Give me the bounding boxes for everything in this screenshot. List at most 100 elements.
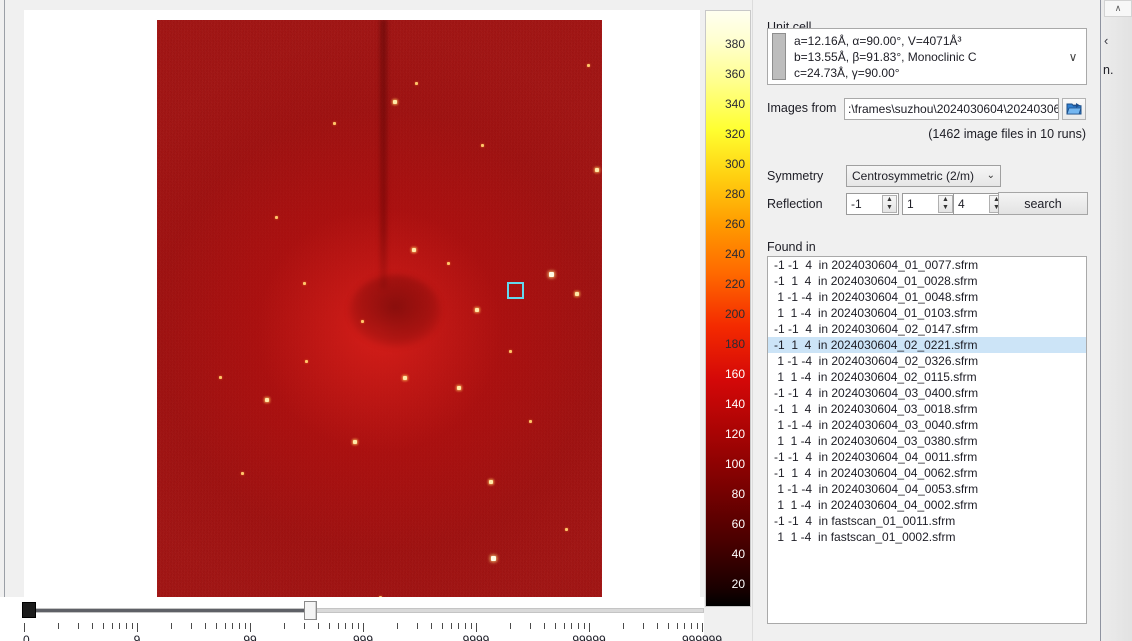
slider-minor-tick bbox=[357, 623, 359, 629]
slider-minor-tick bbox=[465, 623, 467, 629]
found-in-row[interactable]: -1 -1 4 in 2024030604_02_0147.sfrm bbox=[768, 321, 1086, 337]
found-in-list[interactable]: -1 -1 4 in 2024030604_01_0077.sfrm -1 1 4… bbox=[767, 256, 1087, 624]
chevron-down-icon: ⌄ bbox=[986, 170, 995, 181]
bragg-spot bbox=[303, 282, 306, 285]
found-in-row[interactable]: 1 1 -4 in 2024030604_01_0103.sfrm bbox=[768, 305, 1086, 321]
spinner-up-icon[interactable]: ▲ bbox=[883, 196, 896, 204]
found-in-row[interactable]: -1 -1 4 in fastscan_01_0011.sfrm bbox=[768, 513, 1086, 529]
colorbar-tick-120: 120 bbox=[724, 427, 745, 441]
found-in-row[interactable]: 1 -1 -4 in 2024030604_01_0048.sfrm bbox=[768, 289, 1086, 305]
colorbar-tick-60: 60 bbox=[731, 517, 745, 531]
slider-major-tick bbox=[250, 623, 251, 632]
slider-axis-label-999999: 999999 bbox=[681, 633, 723, 641]
images-from-input[interactable]: :\frames\suzhou\2024030604\2024030604 bbox=[844, 98, 1059, 120]
slider-minor-tick bbox=[345, 623, 347, 629]
reflection-k-spinner[interactable]: 1 ▲ ▼ bbox=[902, 193, 955, 215]
intensity-scale-slider[interactable]: 0 9 99 999 9999 99999 999999 bbox=[0, 597, 722, 641]
symmetry-value: Centrosymmetric (2/m) bbox=[852, 169, 975, 183]
reflection-h-spinner[interactable]: -1 ▲ ▼ bbox=[846, 193, 899, 215]
found-in-row[interactable]: 1 1 -4 in 2024030604_02_0115.sfrm bbox=[768, 369, 1086, 385]
spinner-arrows[interactable]: ▲ ▼ bbox=[938, 195, 953, 213]
colorbar-tick-20: 20 bbox=[731, 577, 745, 591]
found-in-row[interactable]: 1 -1 -4 in 2024030604_02_0326.sfrm bbox=[768, 353, 1086, 369]
slider-major-tick bbox=[363, 623, 364, 632]
colorbar-tick-80: 80 bbox=[731, 487, 745, 501]
slider-minor-tick bbox=[77, 623, 79, 629]
scrollbar-up-arrow-icon[interactable]: ∧ bbox=[1104, 0, 1132, 17]
colorbar-tick-300: 300 bbox=[724, 157, 745, 171]
colorbar-tick-240: 240 bbox=[724, 247, 745, 261]
chevron-down-icon[interactable]: ∨ bbox=[1066, 51, 1080, 63]
diffraction-viewer bbox=[0, 0, 704, 616]
viewer-canvas[interactable] bbox=[24, 10, 700, 616]
spinner-down-icon[interactable]: ▼ bbox=[883, 204, 896, 212]
slider-minor-tick bbox=[328, 623, 330, 629]
bragg-spot bbox=[489, 480, 493, 484]
found-in-row[interactable]: 1 1 -4 in 2024030604_03_0380.sfrm bbox=[768, 433, 1086, 449]
slider-minor-tick bbox=[623, 623, 625, 629]
found-in-row[interactable]: -1 1 4 in 2024030604_01_0028.sfrm bbox=[768, 273, 1086, 289]
slider-minor-tick bbox=[337, 623, 339, 629]
slider-minor-tick bbox=[657, 623, 659, 629]
slider-minor-tick bbox=[58, 623, 60, 629]
spinner-arrows[interactable]: ▲ ▼ bbox=[882, 195, 897, 213]
slider-minor-tick bbox=[554, 623, 556, 629]
slider-minor-tick bbox=[470, 623, 472, 629]
colorbar-tick-200: 200 bbox=[724, 307, 745, 321]
unit-cell-box[interactable]: a=12.16Å, α=90.00°, V=4071Å³ b=13.55Å, β… bbox=[767, 28, 1087, 85]
high-threshold-handle[interactable] bbox=[304, 601, 317, 620]
found-in-row[interactable]: -1 1 4 in 2024030604_02_0221.sfrm bbox=[768, 337, 1086, 353]
reflection-h-value: -1 bbox=[851, 197, 862, 211]
browse-folder-button[interactable] bbox=[1062, 98, 1086, 120]
bragg-spot bbox=[509, 350, 512, 353]
found-in-row[interactable]: 1 1 -4 in 2024030604_04_0002.sfrm bbox=[768, 497, 1086, 513]
bragg-spot bbox=[481, 144, 484, 147]
slider-tick-marks bbox=[0, 623, 704, 632]
bragg-spot bbox=[265, 398, 269, 402]
spinner-up-icon[interactable]: ▲ bbox=[939, 196, 952, 204]
search-button[interactable]: search bbox=[998, 192, 1088, 215]
bragg-spot bbox=[529, 420, 532, 423]
bragg-spot bbox=[549, 272, 554, 277]
bragg-spot bbox=[491, 556, 496, 561]
found-in-row[interactable]: 1 -1 -4 in 2024030604_03_0040.sfrm bbox=[768, 417, 1086, 433]
found-in-row[interactable]: -1 1 4 in 2024030604_04_0062.sfrm bbox=[768, 465, 1086, 481]
found-in-row[interactable]: -1 -1 4 in 2024030604_03_0400.sfrm bbox=[768, 385, 1086, 401]
slider-minor-tick bbox=[544, 623, 546, 629]
slider-minor-tick bbox=[563, 623, 565, 629]
bragg-spot bbox=[275, 216, 278, 219]
unit-cell-scrollbar[interactable] bbox=[772, 33, 786, 80]
diffraction-image[interactable] bbox=[157, 20, 602, 616]
slider-minor-tick bbox=[529, 623, 531, 629]
colorbar-tick-280: 280 bbox=[724, 187, 745, 201]
image-file-count-note: (1462 image files in 10 runs) bbox=[928, 127, 1086, 141]
right-scroll-strip[interactable] bbox=[1100, 0, 1132, 641]
slider-track[interactable] bbox=[24, 608, 704, 613]
colorbar-tick-140: 140 bbox=[724, 397, 745, 411]
slider-minor-tick bbox=[92, 623, 94, 629]
colorbar-tick-320: 320 bbox=[724, 127, 745, 141]
symmetry-select[interactable]: Centrosymmetric (2/m) ⌄ bbox=[846, 165, 1001, 187]
spinner-down-icon[interactable]: ▼ bbox=[939, 204, 952, 212]
slider-minor-tick bbox=[244, 623, 246, 629]
slider-minor-tick bbox=[667, 623, 669, 629]
bragg-spot bbox=[565, 528, 568, 531]
reflection-k-value: 1 bbox=[907, 197, 914, 211]
slider-minor-tick bbox=[171, 623, 173, 629]
slider-minor-tick bbox=[510, 623, 512, 629]
slider-axis-label-9999: 9999 bbox=[462, 633, 490, 641]
found-in-row[interactable]: 1 1 -4 in fastscan_01_0002.sfrm bbox=[768, 529, 1086, 545]
selected-reflection-box[interactable] bbox=[507, 282, 524, 299]
found-in-row[interactable]: -1 -1 4 in 2024030604_04_0011.sfrm bbox=[768, 449, 1086, 465]
slider-minor-tick bbox=[416, 623, 418, 629]
bragg-spot bbox=[353, 440, 357, 444]
found-in-row[interactable]: -1 1 4 in 2024030604_03_0018.sfrm bbox=[768, 401, 1086, 417]
slider-axis-label-99999: 99999 bbox=[572, 633, 606, 641]
low-threshold-handle[interactable] bbox=[22, 602, 36, 618]
found-in-row[interactable]: -1 -1 4 in 2024030604_01_0077.sfrm bbox=[768, 257, 1086, 273]
bragg-spot bbox=[305, 360, 308, 363]
found-in-row[interactable]: 1 -1 -4 in 2024030604_04_0053.sfrm bbox=[768, 481, 1086, 497]
collapse-panel-chevron-icon[interactable]: ‹ bbox=[1104, 33, 1108, 48]
slider-axis-label-0: 0 bbox=[23, 633, 30, 641]
slider-minor-tick bbox=[224, 623, 226, 629]
